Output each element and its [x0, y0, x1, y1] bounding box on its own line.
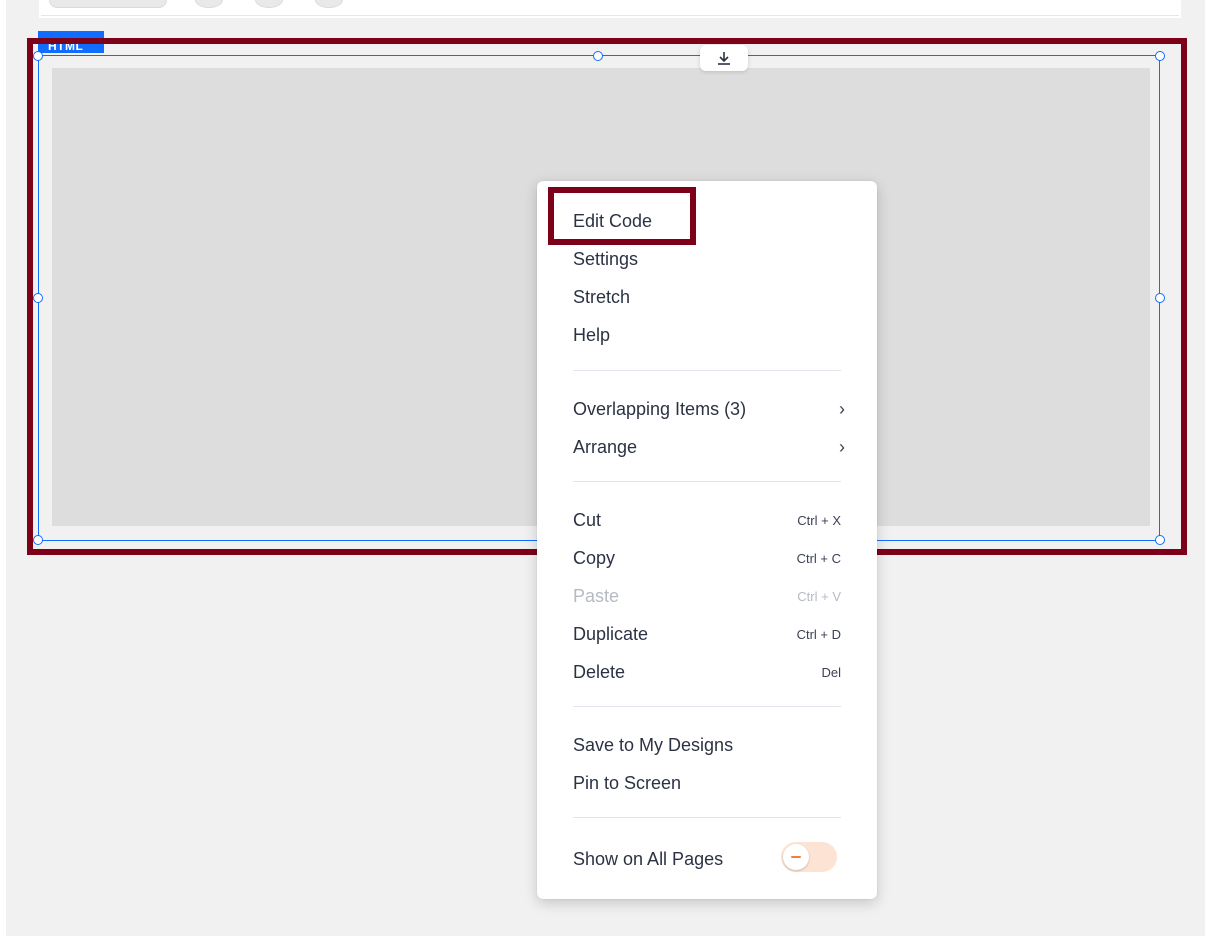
- show-on-all-pages-toggle[interactable]: [781, 842, 837, 872]
- toggle-knob: [783, 844, 809, 870]
- menu-item-duplicate[interactable]: Duplicate Ctrl + D: [537, 617, 877, 651]
- anchor-button[interactable]: [700, 45, 748, 71]
- menu-item-label: Cut: [573, 509, 602, 530]
- menu-item-settings[interactable]: Settings: [537, 242, 877, 276]
- resize-handle-top[interactable]: [593, 51, 603, 61]
- menu-divider: [573, 370, 841, 371]
- menu-item-label: Duplicate: [573, 623, 649, 644]
- resize-handle-bottom-right[interactable]: [1155, 535, 1165, 545]
- menu-item-help[interactable]: Help: [537, 318, 877, 352]
- menu-item-label: Paste: [573, 585, 620, 606]
- resize-handle-left[interactable]: [33, 293, 43, 303]
- resize-handle-right[interactable]: [1155, 293, 1165, 303]
- menu-item-cut[interactable]: Cut Ctrl + X: [537, 503, 877, 537]
- menu-item-edit-code[interactable]: Edit Code: [537, 204, 877, 238]
- menu-item-stretch[interactable]: Stretch: [537, 280, 877, 314]
- menu-item-label: Delete: [573, 661, 626, 682]
- download-arrow-icon: [718, 52, 730, 65]
- header-ghost-element: [49, 0, 167, 8]
- resize-handle-top-left[interactable]: [33, 51, 43, 61]
- menu-divider: [573, 481, 841, 482]
- menu-item-shortcut: Ctrl + C: [796, 550, 841, 566]
- resize-handle-top-right[interactable]: [1155, 51, 1165, 61]
- menu-item-overlapping-items[interactable]: Overlapping Items (3) ›: [537, 392, 877, 426]
- menu-item-delete[interactable]: Delete Del: [537, 655, 877, 689]
- menu-item-label: Save to My Designs: [573, 734, 734, 755]
- menu-item-label: Help: [573, 324, 611, 345]
- menu-item-label: Overlapping Items (3): [573, 398, 747, 419]
- menu-item-label: Settings: [573, 248, 639, 269]
- chevron-right-icon: ›: [839, 398, 845, 419]
- menu-item-arrange[interactable]: Arrange ›: [537, 430, 877, 464]
- menu-item-shortcut: Ctrl + D: [796, 626, 841, 642]
- header-ghost-element: [255, 0, 283, 8]
- menu-item-label: Arrange: [573, 436, 638, 457]
- menu-item-label: Pin to Screen: [573, 772, 682, 793]
- menu-item-paste: Paste Ctrl + V: [537, 579, 877, 613]
- context-menu: Edit Code Settings Stretch Help Overlapp…: [537, 181, 877, 899]
- menu-item-label: Edit Code: [573, 210, 653, 231]
- menu-divider: [573, 706, 841, 707]
- element-type-tag: HTML: [38, 31, 104, 53]
- menu-item-label: Stretch: [573, 286, 631, 307]
- menu-divider: [573, 817, 841, 818]
- menu-item-save-to-my-designs[interactable]: Save to My Designs: [537, 728, 877, 762]
- menu-item-pin-to-screen[interactable]: Pin to Screen: [537, 766, 877, 800]
- resize-handle-bottom-left[interactable]: [33, 535, 43, 545]
- menu-item-shortcut: Del: [821, 664, 841, 680]
- header-section: [39, 0, 1181, 18]
- menu-item-copy[interactable]: Copy Ctrl + C: [537, 541, 877, 575]
- menu-item-shortcut: Ctrl + V: [797, 588, 841, 604]
- header-ghost-element: [315, 0, 343, 8]
- minus-icon: [791, 855, 801, 859]
- chevron-right-icon: ›: [839, 436, 845, 457]
- header-ghost-element: [195, 0, 223, 8]
- menu-item-shortcut: Ctrl + X: [797, 512, 841, 528]
- menu-item-label: Copy: [573, 547, 616, 568]
